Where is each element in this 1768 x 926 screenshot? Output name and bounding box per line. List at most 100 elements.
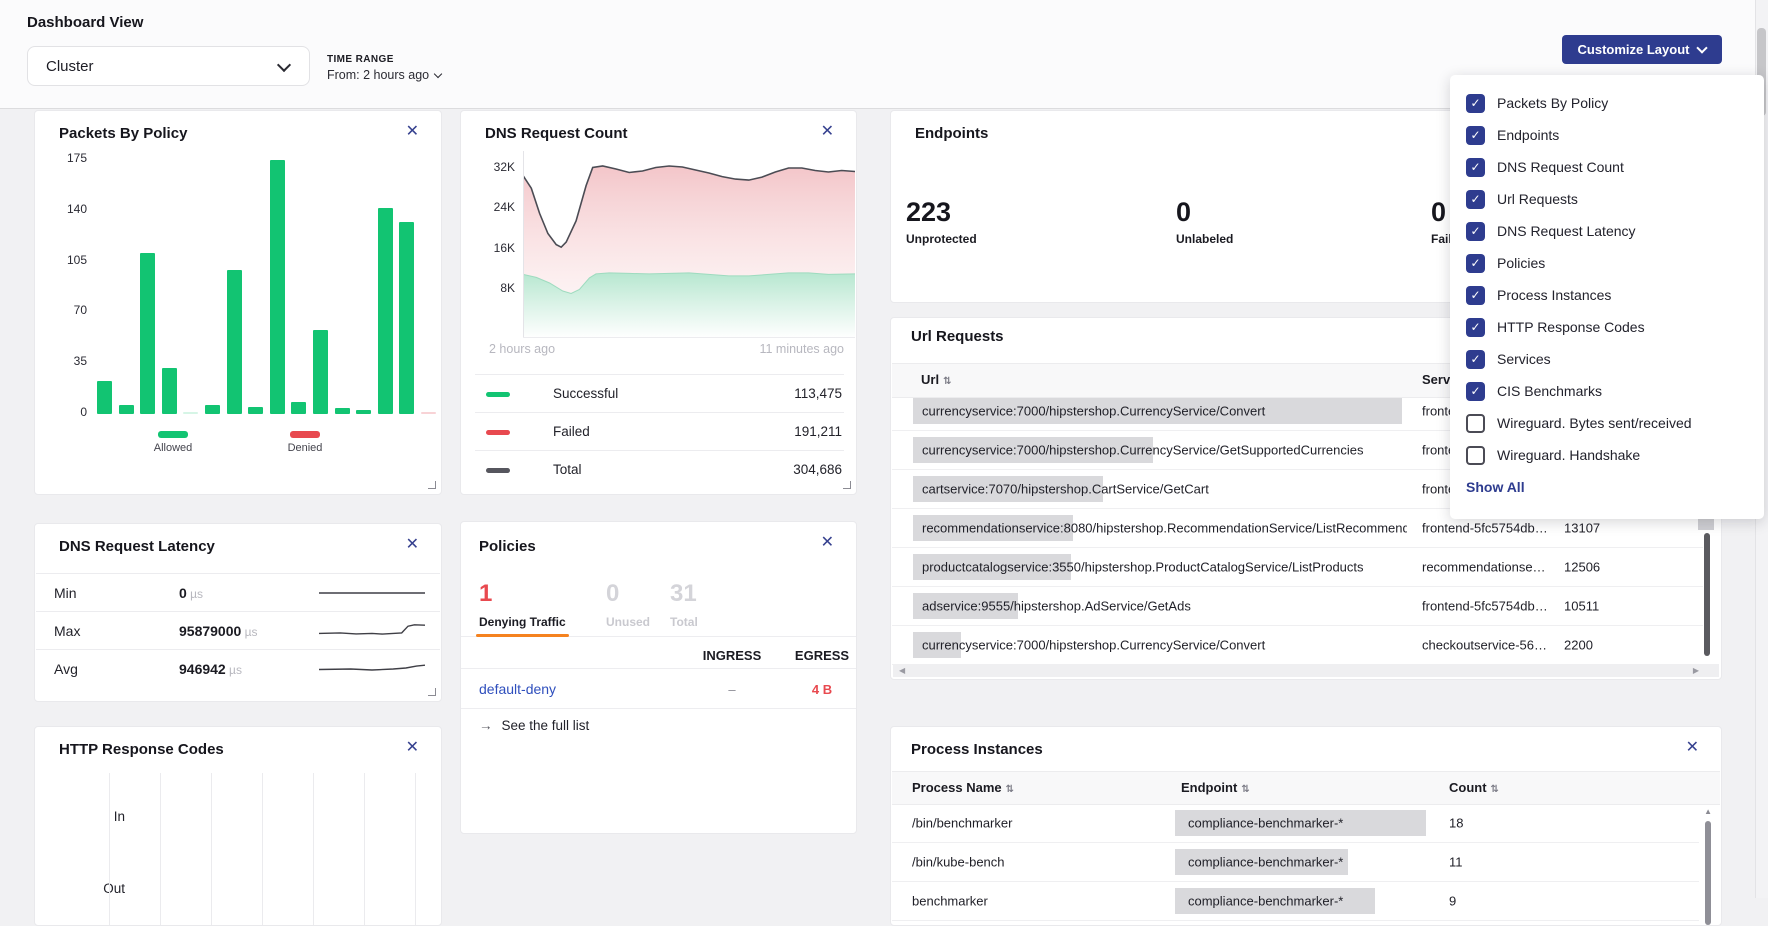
- policy-tab-total[interactable]: 31Total: [670, 582, 698, 629]
- table-row[interactable]: /bin/benchmarkercompliance-benchmarker-*…: [892, 803, 1699, 843]
- scroll-left-icon[interactable]: ◀: [899, 666, 905, 675]
- close-icon[interactable]: ✕: [400, 123, 425, 141]
- close-icon[interactable]: ✕: [1680, 739, 1705, 757]
- url-cell: cartservice:7070/hipstershop.CartService…: [922, 481, 1407, 496]
- menu-item-packets-by-policy[interactable]: ✓Packets By Policy: [1450, 87, 1764, 119]
- show-all-link[interactable]: Show All: [1466, 479, 1764, 495]
- checkbox-checked-icon[interactable]: ✓: [1466, 126, 1485, 145]
- chevron-down-icon: [1697, 42, 1708, 53]
- latency-row-min: Min0 µs: [36, 573, 440, 612]
- checkbox-checked-icon[interactable]: ✓: [1466, 350, 1485, 369]
- checkbox-unchecked-icon[interactable]: [1466, 446, 1485, 465]
- card-title: Packets By Policy: [59, 125, 187, 142]
- checkbox-checked-icon[interactable]: ✓: [1466, 222, 1485, 241]
- process-name-cell: /bin/kube-bench: [912, 854, 1162, 869]
- checkbox-unchecked-icon[interactable]: [1466, 414, 1485, 433]
- latency-sparkline: [319, 657, 425, 686]
- row-label-out: Out: [55, 881, 125, 896]
- checkbox-checked-icon[interactable]: ✓: [1466, 286, 1485, 305]
- gridline: [109, 773, 110, 925]
- legend-label: Successful: [553, 386, 618, 401]
- latency-value: 946942 µs: [179, 661, 242, 677]
- menu-item-url-requests[interactable]: ✓Url Requests: [1450, 183, 1764, 215]
- menu-item-label: DNS Request Latency: [1497, 223, 1636, 239]
- service-cell: checkoutservice-56…: [1422, 637, 1557, 652]
- menu-item-label: Wireguard. Handshake: [1497, 447, 1640, 463]
- menu-item-dns-request-count[interactable]: ✓ DNS Request Count: [1450, 151, 1764, 183]
- area-chart: [523, 151, 855, 338]
- allowed-bar: [119, 405, 134, 414]
- checkbox-checked-icon[interactable]: ✓: [1466, 254, 1485, 273]
- column-header-process-name[interactable]: Process Name⇅: [912, 780, 1014, 795]
- arrow-right-icon: →: [479, 718, 493, 733]
- horizontal-scrollbar[interactable]: ◀ ▶: [893, 664, 1719, 677]
- allowed-bar: [399, 222, 414, 414]
- card-title: HTTP Response Codes: [59, 741, 224, 758]
- tab-label: Unused: [606, 615, 650, 629]
- page-title: Dashboard View: [27, 14, 143, 31]
- service-cell: frontend-5fc5754db…: [1422, 520, 1557, 535]
- checkbox-checked-icon[interactable]: ✓: [1466, 318, 1485, 337]
- legend-value: 113,475: [794, 386, 842, 401]
- column-header-count[interactable]: Count⇅: [1449, 780, 1499, 795]
- chevron-down-icon: [434, 70, 442, 78]
- column-header-endpoint[interactable]: Endpoint⇅: [1181, 780, 1250, 795]
- allowed-bar: [291, 402, 306, 414]
- close-icon[interactable]: ✕: [400, 739, 425, 757]
- card-title: DNS Request Count: [485, 125, 628, 142]
- stat-value: 223: [906, 199, 977, 226]
- endpoint-cell: compliance-benchmarker-*: [1188, 893, 1428, 908]
- policy-link-default-deny[interactable]: default-deny: [479, 681, 556, 697]
- menu-item-label: CIS Benchmarks: [1497, 383, 1602, 399]
- table-row[interactable]: benchmarkercompliance-benchmarker-*9: [892, 881, 1699, 921]
- stat-value: 0: [1176, 199, 1233, 226]
- menu-item-wireguard-handshake[interactable]: Wireguard. Handshake: [1450, 439, 1764, 471]
- vertical-scrollbar[interactable]: [1705, 821, 1711, 925]
- menu-item-cis-benchmarks[interactable]: ✓ CIS Benchmarks: [1450, 375, 1764, 407]
- checkbox-checked-icon[interactable]: ✓: [1466, 190, 1485, 209]
- url-cell: recommendationservice:8080/hipstershop.R…: [922, 520, 1407, 535]
- latency-unit: µs: [226, 663, 242, 677]
- customize-layout-button[interactable]: Customize Layout: [1562, 35, 1722, 64]
- policy-tab-denying-traffic[interactable]: 1Denying Traffic: [479, 582, 566, 629]
- http-response-codes-card: HTTP Response Codes ✕ In Out: [34, 726, 442, 926]
- see-full-list-link[interactable]: → See the full list: [479, 718, 589, 733]
- scroll-right-icon[interactable]: ▶: [1693, 666, 1699, 675]
- card-title: DNS Request Latency: [59, 538, 215, 555]
- allowed-bar: [356, 410, 371, 414]
- resize-handle[interactable]: [843, 481, 851, 489]
- menu-item-process-instances[interactable]: ✓Process Instances: [1450, 279, 1764, 311]
- close-icon[interactable]: ✕: [400, 536, 425, 554]
- column-header-url[interactable]: Url⇅: [921, 372, 951, 387]
- checkbox-checked-icon[interactable]: ✓: [1466, 158, 1485, 177]
- time-range-value[interactable]: From: 2 hours ago: [327, 68, 441, 82]
- failed-legend-swatch: [486, 430, 510, 435]
- menu-item-wireguard-bytes-sent-received[interactable]: Wireguard. Bytes sent/received: [1450, 407, 1764, 439]
- menu-item-endpoints[interactable]: ✓Endpoints: [1450, 119, 1764, 151]
- allowed-bar: [227, 270, 242, 414]
- chevron-down-icon: [277, 58, 291, 72]
- view-selector[interactable]: Cluster: [27, 46, 310, 86]
- menu-item-dns-request-latency[interactable]: ✓ DNS Request Latency: [1450, 215, 1764, 247]
- menu-item-label: Wireguard. Bytes sent/received: [1497, 415, 1692, 431]
- policy-tab-unused[interactable]: 0Unused: [606, 582, 650, 629]
- checkbox-checked-icon[interactable]: ✓: [1466, 94, 1485, 113]
- menu-item-label: DNS Request Count: [1497, 159, 1624, 175]
- legend-label: Denied: [275, 442, 335, 454]
- vertical-scrollbar[interactable]: [1704, 533, 1710, 656]
- table-row[interactable]: adservice:9555/hipstershop.AdService/Get…: [892, 586, 1703, 626]
- scroll-up-icon[interactable]: ▲: [1704, 807, 1712, 816]
- time-range-label: TIME RANGE: [327, 54, 441, 65]
- table-row[interactable]: /bin/kube-benchcompliance-benchmarker-*1…: [892, 842, 1699, 882]
- checkbox-checked-icon[interactable]: ✓: [1466, 382, 1485, 401]
- resize-handle[interactable]: [428, 481, 436, 489]
- menu-item-policies[interactable]: ✓Policies: [1450, 247, 1764, 279]
- table-row[interactable]: currencyservice:7000/hipstershop.Currenc…: [892, 625, 1703, 665]
- menu-item-http-response-codes[interactable]: ✓HTTP Response Codes: [1450, 311, 1764, 343]
- menu-item-services[interactable]: ✓Services: [1450, 343, 1764, 375]
- resize-handle[interactable]: [428, 688, 436, 696]
- packets-by-policy-card: Packets By Policy ✕ 17514010570350 Allow…: [34, 110, 442, 495]
- table-row[interactable]: productcatalogservice:3550/hipstershop.P…: [892, 547, 1703, 587]
- close-icon[interactable]: ✕: [815, 123, 840, 141]
- close-icon[interactable]: ✕: [815, 534, 840, 552]
